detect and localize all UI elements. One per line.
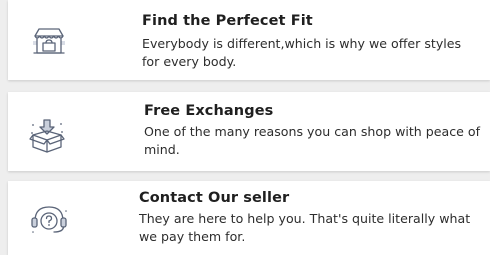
- feature-description: Everybody is different,which is why we o…: [142, 36, 462, 69]
- features-section: Find the Perfecet Fit Everybody is diffe…: [0, 0, 490, 255]
- storefront-icon: [30, 22, 68, 60]
- feature-description: They are here to help you. That's quite …: [139, 211, 471, 244]
- feature-title: Find the Perfecet Fit: [142, 13, 313, 29]
- support-chat-icon: [30, 199, 68, 237]
- feature-title: Free Exchanges: [144, 103, 274, 119]
- feature-card-contact-seller: Contact Our seller They are here to help…: [8, 181, 490, 255]
- feature-description: One of the many reasons you can shop wit…: [144, 124, 481, 157]
- feature-title: Contact Our seller: [139, 190, 290, 206]
- box-download-icon: [28, 117, 66, 155]
- feature-card-free-exchanges: Free Exchanges One of the many reasons y…: [8, 92, 490, 171]
- feature-card-perfect-fit: Find the Perfecet Fit Everybody is diffe…: [8, 0, 490, 80]
